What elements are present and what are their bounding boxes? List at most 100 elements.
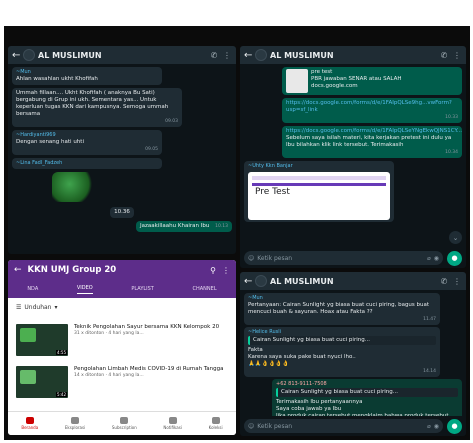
mic-icon[interactable]: ● <box>447 250 462 266</box>
back-arrow-icon[interactable]: ← <box>14 265 22 275</box>
video-title[interactable]: Pengolahan Limbah Medis COVID-19 di Ruma… <box>74 366 224 373</box>
message-time: 10.13 <box>215 224 228 229</box>
message-bubble[interactable]: ~Uhty Kkn Banjar Pre Test <box>244 161 394 222</box>
more-options-icon[interactable]: ⋮ <box>222 266 230 275</box>
message-time: 10.34 <box>445 150 458 155</box>
message-bubble[interactable]: https://docs.google.com/forms/d/e/1FAIpQ… <box>282 98 462 123</box>
video-thumbnail[interactable]: 5:42 <box>16 366 68 398</box>
link-preview-bubble[interactable]: pre test PBR jawaban SENAR atau SALAH do… <box>282 67 462 95</box>
attach-icon[interactable]: ⌀ <box>427 423 431 430</box>
sort-label: Unduhan <box>24 304 52 311</box>
message-bubble[interactable]: Ummah fillaan.... Ukht Khofifah ( anakny… <box>12 88 182 127</box>
more-options-icon[interactable]: ⋮ <box>222 51 232 60</box>
group-avatar[interactable] <box>23 49 35 61</box>
sender-name: ~Hardiyanti969 <box>16 132 56 138</box>
chat-panel-al-muslimun-3: ← AL MUSLIMUN ✆ ⋮ ~Mun Pertanyaan: Caira… <box>240 272 466 436</box>
message-bubble[interactable]: ~Helice Rusli Cairan Sunlight yg biasa b… <box>244 327 440 377</box>
back-arrow-icon[interactable]: ← <box>244 276 252 287</box>
video-duration: 4:55 <box>56 350 67 355</box>
message-text: Ahlan wasahlan ukht Khofifah <box>16 76 98 82</box>
group-avatar[interactable] <box>255 275 267 287</box>
chat-header: ← AL MUSLIMUN ✆ ⋮ <box>240 46 466 64</box>
tab-channel[interactable]: CHANNEL <box>193 286 217 292</box>
sender-name: ~Mun <box>16 69 31 75</box>
back-arrow-icon[interactable]: ← <box>244 50 252 61</box>
message-list: ~Mun Pertanyaan: Cairan Sunlight yg bias… <box>240 290 466 429</box>
nav-explore[interactable]: Eksplorasi <box>65 417 85 430</box>
video-item[interactable]: 4:55 Teknik Pengolahan Sayur bersama KKN… <box>8 324 236 356</box>
video-thumbnail[interactable]: 4:55 <box>16 324 68 356</box>
emoji-row: 🙏🙏👌👌👌👌 <box>248 361 290 367</box>
sender-name: ~Lina Fadl_Fadzeh <box>16 160 63 166</box>
quoted-message[interactable]: Cairan Sunlight yg biasa buat cuci pirin… <box>276 388 458 397</box>
tab-playlist[interactable]: PLAYLIST <box>131 286 154 292</box>
time-chip: 10.36 <box>110 207 134 218</box>
youtube-channel-panel: ← KKN UMJ Group 20 ⚲ ⋮ NDA VIDEO PLAYLIS… <box>8 260 236 435</box>
bottom-navigation: Beranda Eksplorasi Subscription Notifika… <box>8 411 236 435</box>
message-input-bar: ☺ Ketik pesan ⌀ ◉ ● <box>240 248 466 268</box>
form-preview-title: Pre Test <box>252 183 386 199</box>
mic-icon[interactable]: ● <box>447 418 462 434</box>
call-icon[interactable]: ✆ <box>209 51 219 60</box>
chat-panel-al-muslimun-2: ← AL MUSLIMUN ✆ ⋮ pre test PBR jawaban S… <box>240 46 466 268</box>
video-meta: 31 x ditonton · 4 hari yang la... <box>74 331 144 336</box>
back-arrow-icon[interactable]: ← <box>12 50 20 61</box>
tab-video[interactable]: VIDEO <box>76 285 93 294</box>
quoted-message[interactable]: Cairan Sunlight yg biasa buat cuci pirin… <box>248 336 436 345</box>
nav-home[interactable]: Beranda <box>21 417 38 430</box>
message-text: Ummah fillaan.... Ukht Khofifah ( anakny… <box>16 90 169 117</box>
group-avatar[interactable] <box>255 49 267 61</box>
message-text: Pertanyaan: Cairan Sunlight yg biasa bua… <box>248 302 430 315</box>
more-options-icon[interactable]: ⋮ <box>452 277 462 286</box>
message-time: 09.03 <box>165 119 178 124</box>
camera-icon[interactable]: ◉ <box>434 255 439 262</box>
chat-title[interactable]: AL MUSLIMUN <box>270 277 436 286</box>
emoji-icon[interactable]: ☺ <box>248 255 254 262</box>
chat-header: ← AL MUSLIMUN ✆ ⋮ <box>8 46 236 64</box>
form-preview[interactable]: Pre Test <box>248 172 390 220</box>
video-item[interactable]: 5:42 Pengolahan Limbah Medis COVID-19 di… <box>8 366 236 398</box>
message-link[interactable]: https://docs.google.com/forms/d/e/1FAIpQ… <box>286 100 452 113</box>
sort-control[interactable]: ☰ Unduhan ▾ <box>16 304 58 311</box>
message-time: 09.05 <box>145 147 158 152</box>
message-bubble[interactable]: Jazaakillaahu Khairan Ibu 10.13 <box>136 221 232 232</box>
sender-name: ~Uhty Kkn Banjar <box>248 163 293 169</box>
sort-icon: ☰ <box>16 304 22 311</box>
message-input[interactable]: ☺ Ketik pesan ⌀ ◉ <box>244 419 443 433</box>
message-time: 11.47 <box>423 317 436 322</box>
nav-notifications[interactable]: Notifikasi <box>163 417 182 430</box>
message-time: 10.33 <box>445 115 458 120</box>
nav-label: Koleksi <box>208 425 223 430</box>
chat-title[interactable]: AL MUSLIMUN <box>38 51 206 60</box>
scroll-down-icon[interactable]: ⌄ <box>449 231 462 244</box>
nav-label: Eksplorasi <box>64 425 86 430</box>
tab-home[interactable]: NDA <box>27 286 38 292</box>
message-bubble[interactable]: ~Hardiyanti969 Dengan senang hati uhti 0… <box>12 130 162 155</box>
call-icon[interactable]: ✆ <box>439 51 449 60</box>
nav-library[interactable]: Koleksi <box>209 417 223 430</box>
sticker-image[interactable] <box>52 172 96 202</box>
message-bubble[interactable]: ~Mun Pertanyaan: Cairan Sunlight yg bias… <box>244 293 440 325</box>
chat-panel-al-muslimun-1: ← AL MUSLIMUN ✆ ⋮ ~Mun Ahlan wasahlan uk… <box>8 46 236 254</box>
camera-icon[interactable]: ◉ <box>434 423 439 430</box>
message-bubble[interactable]: ~Lina Fadl_Fadzeh <box>12 158 162 169</box>
compass-icon <box>71 417 80 424</box>
video-title[interactable]: Teknik Pengolahan Sayur bersama KKN Kelo… <box>74 324 219 331</box>
nav-subscriptions[interactable]: Subscription <box>112 417 137 430</box>
message-link[interactable]: https://docs.google.com/forms/d/e/1FAIpQ… <box>286 128 462 134</box>
message-bubble[interactable]: ~Mun Ahlan wasahlan ukht Khofifah <box>12 67 162 85</box>
message-text: Karena saya suka pake buat nyuci lho.. <box>248 354 356 360</box>
more-options-icon[interactable]: ⋮ <box>452 51 462 60</box>
home-icon <box>25 417 34 424</box>
emoji-icon[interactable]: ☺ <box>248 423 254 430</box>
link-preview-text: pre test PBR jawaban SENAR atau SALAH do… <box>311 69 402 89</box>
channel-tabs: NDA VIDEO PLAYLIST CHANNEL <box>8 280 236 298</box>
message-text: Fakta <box>248 347 263 353</box>
video-meta: 14 x ditonton · 4 hari yang la... <box>74 373 144 378</box>
search-icon[interactable]: ⚲ <box>210 266 216 275</box>
attach-icon[interactable]: ⌀ <box>427 255 431 262</box>
message-input[interactable]: ☺ Ketik pesan ⌀ ◉ <box>244 251 443 265</box>
call-icon[interactable]: ✆ <box>439 277 449 286</box>
chat-title[interactable]: AL MUSLIMUN <box>270 51 436 60</box>
message-bubble[interactable]: https://docs.google.com/forms/d/e/1FAIpQ… <box>282 126 462 158</box>
